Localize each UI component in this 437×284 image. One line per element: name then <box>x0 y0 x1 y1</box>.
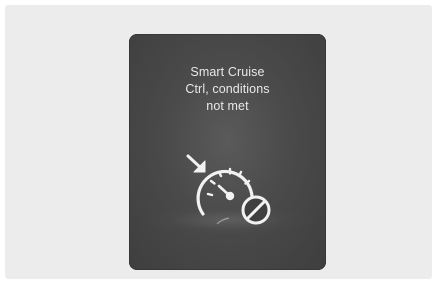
warning-message: Smart Cruise Ctrl, conditions not met <box>129 64 326 115</box>
figure-frame: Smart Cruise Ctrl, conditions not met <box>5 5 432 279</box>
arrow-pointer-icon <box>186 154 206 173</box>
smart-cruise-icon-group <box>181 152 277 232</box>
warning-line-1: Smart Cruise <box>190 65 265 79</box>
warning-line-3: not met <box>206 99 249 113</box>
prohibited-icon <box>241 195 271 225</box>
warning-line-2: Ctrl, conditions <box>185 82 270 96</box>
cluster-display-panel: Smart Cruise Ctrl, conditions not met <box>129 34 326 270</box>
